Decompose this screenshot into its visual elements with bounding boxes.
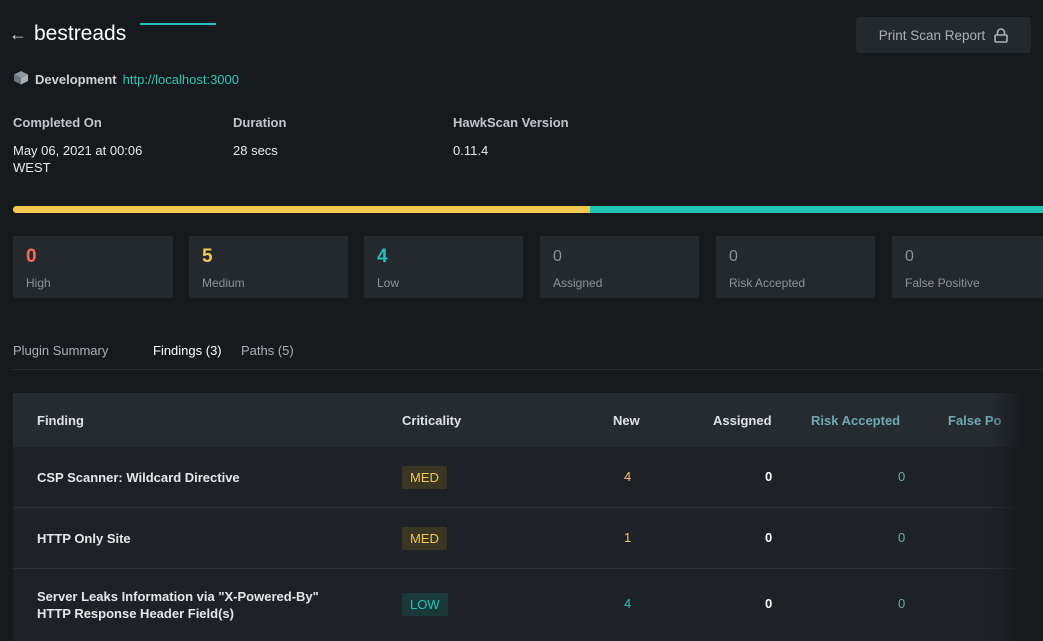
stat-medium[interactable]: 5 Medium	[189, 236, 348, 298]
table-row[interactable]: CSP Scanner: Wildcard Directive MED 4 0 …	[13, 447, 1043, 508]
environment-line: Development http://localhost:3000	[13, 70, 239, 88]
completed-on-value: May 06, 2021 at 00:06 WEST	[13, 142, 142, 176]
finding-name: Server Leaks Information via "X-Powered-…	[37, 588, 319, 622]
environment-url[interactable]: http://localhost:3000	[123, 72, 239, 87]
environment-name: Development	[35, 71, 117, 87]
stat-assigned[interactable]: 0 Assigned	[540, 236, 699, 298]
progress-medium-segment	[13, 206, 590, 213]
column-assigned[interactable]: Assigned	[713, 413, 772, 428]
print-scan-report-button[interactable]: Print Scan Report	[856, 17, 1031, 53]
stat-risk-accepted[interactable]: 0 Risk Accepted	[716, 236, 875, 298]
table-header: Finding Criticality New Assigned Risk Ac…	[13, 393, 1043, 447]
stat-false-positive-label: False Positive	[905, 276, 980, 290]
risk-accepted-count: 0	[898, 469, 906, 484]
completed-on-date: May 06, 2021 at 00:06	[13, 143, 143, 158]
risk-accepted-count: 0	[898, 596, 906, 611]
completed-on-timezone: WEST	[13, 160, 51, 175]
finding-name-line: Server Leaks Information via "X-Powered-…	[37, 589, 319, 604]
table-row[interactable]: HTTP Only Site MED 1 0 0	[13, 508, 1043, 569]
tab-plugin-summary[interactable]: Plugin Summary	[13, 343, 108, 358]
completed-on-block: Completed On May 06, 2021 at 00:06 WEST	[13, 115, 142, 176]
version-value: 0.11.4	[453, 143, 489, 158]
stat-false-positive[interactable]: 0 False Positive	[892, 236, 1043, 298]
stat-high-label: High	[26, 276, 51, 290]
findings-table: Finding Criticality New Assigned Risk Ac…	[13, 393, 1043, 641]
stat-false-positive-value: 0	[905, 248, 914, 265]
print-button-label: Print Scan Report	[878, 27, 986, 43]
column-new[interactable]: New	[613, 413, 640, 428]
assigned-count: 0	[765, 530, 773, 545]
finding-name: CSP Scanner: Wildcard Directive	[37, 470, 240, 485]
completed-on-label: Completed On	[13, 115, 102, 130]
severity-progress-bar	[13, 206, 1043, 213]
stat-high-value: 0	[26, 246, 37, 267]
tab-divider	[13, 369, 1043, 370]
duration-label: Duration	[233, 115, 287, 130]
stat-risk-accepted-label: Risk Accepted	[729, 276, 806, 290]
new-count: 4	[624, 469, 632, 484]
stat-low[interactable]: 4 Low	[364, 236, 523, 298]
stat-risk-accepted-value: 0	[729, 248, 738, 265]
tab-findings[interactable]: Findings (3)	[153, 343, 222, 358]
new-count: 4	[624, 596, 632, 611]
column-risk-accepted[interactable]: Risk Accepted	[811, 413, 900, 428]
stat-assigned-label: Assigned	[553, 276, 603, 290]
risk-accepted-count: 0	[898, 530, 906, 545]
stat-low-value: 4	[377, 246, 388, 267]
column-criticality[interactable]: Criticality	[402, 413, 461, 428]
duration-value: 28 secs	[233, 143, 278, 158]
stat-medium-label: Medium	[202, 276, 245, 290]
version-block: HawkScan Version 0.11.4	[453, 115, 569, 159]
criticality-badge: MED	[402, 527, 447, 550]
stat-assigned-value: 0	[553, 248, 562, 265]
assigned-count: 0	[765, 469, 773, 484]
column-finding[interactable]: Finding	[37, 413, 84, 428]
progress-low-segment	[589, 206, 1043, 213]
criticality-badge: LOW	[402, 593, 448, 616]
stat-medium-value: 5	[202, 246, 213, 267]
page-title: bestreads	[34, 22, 127, 45]
lock-icon	[994, 27, 1009, 43]
stat-low-label: Low	[377, 276, 400, 290]
active-tab-indicator	[140, 23, 216, 25]
table-row[interactable]: Server Leaks Information via "X-Powered-…	[13, 569, 1043, 639]
new-count: 1	[624, 530, 632, 545]
scan-report-page: ← bestreads Print Scan Report Developmen…	[0, 0, 1043, 641]
duration-block: Duration 28 secs	[233, 115, 286, 159]
finding-name-line: HTTP Response Header Field(s)	[37, 606, 234, 621]
arrow-left-icon[interactable]: ←	[9, 24, 27, 45]
finding-name: HTTP Only Site	[37, 531, 131, 546]
version-label: HawkScan Version	[453, 115, 569, 130]
column-false-positive[interactable]: False Po	[948, 413, 1001, 428]
stat-high[interactable]: 0 High	[13, 236, 173, 298]
assigned-count: 0	[765, 596, 773, 611]
tab-paths[interactable]: Paths (5)	[241, 343, 294, 358]
criticality-badge: MED	[402, 466, 447, 489]
cube-icon	[13, 70, 35, 88]
